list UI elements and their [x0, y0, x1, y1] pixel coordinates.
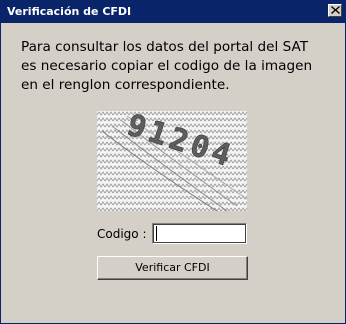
code-input[interactable] — [152, 223, 247, 244]
title-bar: Verificación de CFDI — [1, 1, 345, 23]
captcha-graphic: 91204 — [97, 111, 247, 211]
dialog-window: Verificación de CFDI Para consultar los … — [0, 0, 346, 324]
code-label: Codigo : — [97, 227, 147, 241]
verify-cfdi-button[interactable]: Verificar CFDI — [97, 256, 248, 280]
window-title: Verificación de CFDI — [7, 5, 132, 18]
instructions-line: es necesario copiar el codigo de la imag… — [21, 58, 313, 74]
instructions-line: Para consultar los datos del portal del … — [21, 39, 309, 55]
close-icon — [331, 6, 340, 14]
text-caret — [156, 226, 157, 241]
close-button[interactable] — [328, 4, 342, 17]
instructions-text: Para consultar los datos del portal del … — [21, 38, 336, 95]
instructions-line: en el renglon correspondiente. — [21, 77, 230, 93]
captcha-image: 91204 — [97, 111, 247, 211]
